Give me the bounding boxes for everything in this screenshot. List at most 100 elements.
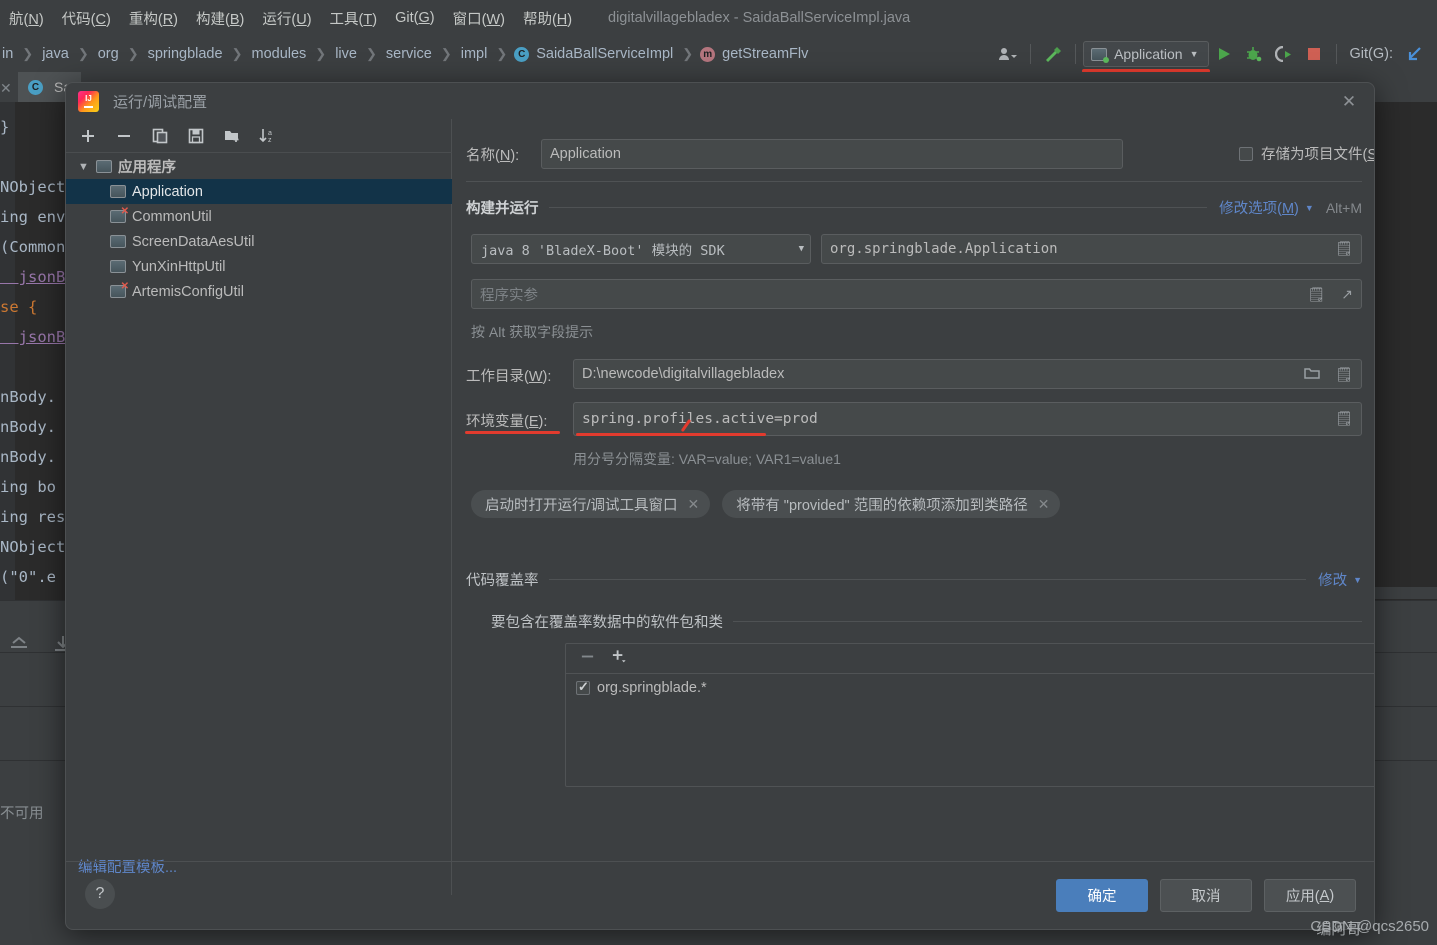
- macro-icon[interactable]: 🗒: [1307, 286, 1325, 303]
- code-line: NObject: [0, 178, 66, 196]
- menu-item[interactable]: 运行(U): [253, 8, 320, 29]
- breadcrumb-label: modules: [251, 46, 307, 62]
- configuration-icon: [110, 260, 126, 273]
- configuration-icon: [110, 185, 126, 198]
- expand-icon[interactable]: ↗: [1341, 286, 1353, 303]
- code-line: se {: [0, 298, 38, 316]
- breadcrumb-item[interactable]: java: [40, 46, 71, 62]
- configurations-panel: az ▼ 应用程序 Application CommonUtil ScreenDataA…: [66, 119, 452, 895]
- coverage-modify-link[interactable]: 修改: [1318, 569, 1347, 590]
- coverage-entry-row[interactable]: org.springblade.*: [566, 674, 1374, 696]
- coverage-subsection-header: 要包含在覆盖率数据中的软件包和类: [491, 611, 1362, 632]
- menu-item[interactable]: 帮助(H): [514, 8, 581, 29]
- breadcrumb-label: impl: [460, 46, 488, 62]
- coverage-entry-checkbox[interactable]: [576, 679, 590, 695]
- store-as-project-file-checkbox[interactable]: [1239, 146, 1253, 161]
- add-button[interactable]: [78, 126, 98, 146]
- store-as-project-file-label: 存储为项目文件(S): [1261, 147, 1374, 163]
- menu-item[interactable]: 构建(B): [187, 8, 253, 29]
- main-class-input[interactable]: org.springblade.Application 🗒: [821, 234, 1362, 264]
- working-directory-input[interactable]: D:\newcode\digitalvillagebladex 🗒: [573, 359, 1362, 389]
- tree-item-artemisconfigutil[interactable]: ArtemisConfigUtil: [66, 279, 452, 304]
- chevron-down-icon[interactable]: ▼: [78, 161, 92, 173]
- tab-close-icon[interactable]: ✕: [0, 80, 12, 97]
- tree-item-yunxinhttputil[interactable]: YunXinHttpUtil: [66, 254, 452, 279]
- breadcrumb-separator: ❯: [77, 46, 89, 61]
- jdk-select[interactable]: java 8 'BladeX-Boot' 模块的 SDK ▼: [471, 234, 811, 264]
- macro-icon[interactable]: 🗒: [1335, 366, 1353, 383]
- debug-button[interactable]: [1239, 40, 1269, 68]
- breadcrumb-item[interactable]: live: [333, 46, 359, 62]
- run-configuration-selector[interactable]: Application ▼: [1082, 41, 1210, 73]
- run-button[interactable]: [1209, 40, 1239, 68]
- git-menu-label[interactable]: Git(G):: [1344, 46, 1400, 62]
- option-chip[interactable]: 启动时打开运行/调试工具窗口 ✕: [471, 490, 711, 518]
- environment-variables-value: spring.profiles.active=prod: [582, 411, 818, 427]
- close-icon[interactable]: ✕: [1038, 496, 1050, 513]
- close-icon[interactable]: ✕: [688, 496, 700, 513]
- run-with-coverage-button[interactable]: [1269, 40, 1299, 68]
- breadcrumb-item[interactable]: springblade: [146, 46, 225, 62]
- breadcrumb-item[interactable]: C SaidaBallServiceImpl: [514, 46, 675, 62]
- menu-item[interactable]: 重构(R): [120, 8, 187, 29]
- chevron-down-icon: ▼: [798, 244, 804, 254]
- breadcrumb-item[interactable]: service: [384, 46, 434, 62]
- tree-item-application[interactable]: Application: [66, 179, 452, 204]
- breadcrumb-separator: ❯: [365, 46, 377, 61]
- user-icon[interactable]: [993, 40, 1023, 68]
- working-dir-label-row: 工作目录(W):: [466, 365, 551, 386]
- save-button[interactable]: [186, 126, 206, 146]
- environment-variables-label: 环境变量(E):: [466, 414, 548, 430]
- program-arguments-input[interactable]: 程序实参 🗒 ↗: [471, 279, 1362, 309]
- run-debug-configurations-dialog: 运行/调试配置 ✕: [65, 82, 1375, 930]
- stop-button[interactable]: [1299, 40, 1329, 68]
- expand-field-icon[interactable]: 🗒: [1335, 241, 1353, 257]
- menu-item[interactable]: Git(G): [386, 10, 443, 26]
- coverage-add-button[interactable]: [611, 648, 628, 669]
- new-folder-button[interactable]: [222, 126, 242, 146]
- menu-item[interactable]: 代码(C): [53, 8, 120, 29]
- jdk-select-value: java 8 'BladeX-Boot' 模块的 SDK: [481, 243, 725, 259]
- build-and-run-title: 构建并运行: [466, 201, 539, 217]
- breadcrumb-item[interactable]: modules: [249, 46, 308, 62]
- coverage-remove-button[interactable]: [580, 649, 595, 669]
- menu-item[interactable]: 工具(T): [321, 8, 387, 29]
- menu-item[interactable]: 航(N): [0, 8, 53, 29]
- modify-options-link[interactable]: 修改选项(M): [1219, 197, 1299, 218]
- build-hammer-icon[interactable]: [1038, 40, 1068, 68]
- macro-icon[interactable]: 🗒: [1335, 411, 1353, 427]
- watermark-line-2: 编阿哥: [1316, 921, 1362, 938]
- menu-item[interactable]: 窗口(W): [444, 8, 514, 29]
- environment-variables-input[interactable]: spring.profiles.active=prod 🗒: [573, 402, 1362, 436]
- sort-az-button[interactable]: az: [258, 126, 278, 146]
- breadcrumb-item[interactable]: in: [0, 46, 15, 62]
- code-line: NObject: [0, 538, 66, 556]
- code-line: ing res: [0, 508, 66, 526]
- breadcrumb-item[interactable]: m getStreamFlv: [700, 46, 810, 62]
- tree-item-screendataaesutil[interactable]: ScreenDataAesUtil: [66, 229, 452, 254]
- help-button[interactable]: ?: [85, 879, 115, 909]
- breadcrumb-label: service: [385, 46, 432, 62]
- remove-button[interactable]: [114, 126, 134, 146]
- close-icon[interactable]: ✕: [1338, 91, 1360, 113]
- tree-item-commonutil[interactable]: CommonUtil: [66, 204, 452, 229]
- tree-group-application[interactable]: ▼ 应用程序: [66, 154, 452, 179]
- breadcrumb-label: getStreamFlv: [722, 46, 809, 62]
- apply-button[interactable]: 应用(A): [1264, 879, 1356, 912]
- breadcrumb-item[interactable]: impl: [459, 46, 490, 62]
- alt-hint-text: 按 Alt 获取字段提示: [471, 324, 594, 340]
- option-chip[interactable]: 将带有 "provided" 范围的依赖项添加到类路径 ✕: [722, 490, 1061, 518]
- method-icon: m: [700, 46, 716, 62]
- configuration-type-icon: [96, 160, 112, 173]
- cancel-button[interactable]: 取消: [1160, 879, 1252, 912]
- copy-button[interactable]: [150, 126, 170, 146]
- option-chips: 启动时打开运行/调试工具窗口 ✕ 将带有 "provided" 范围的依赖项添加到类…: [471, 490, 1061, 518]
- git-pull-icon[interactable]: [1399, 40, 1429, 68]
- dialog-titlebar: 运行/调试配置: [66, 83, 1374, 119]
- folder-icon[interactable]: [1304, 366, 1320, 383]
- name-input[interactable]: Application: [541, 139, 1123, 169]
- store-as-project-file-row[interactable]: 存储为项目文件(S): [1239, 143, 1374, 164]
- breadcrumb-item[interactable]: org: [96, 46, 121, 62]
- code-line: jsonBo: [0, 328, 75, 346]
- ok-button[interactable]: 确定: [1056, 879, 1148, 912]
